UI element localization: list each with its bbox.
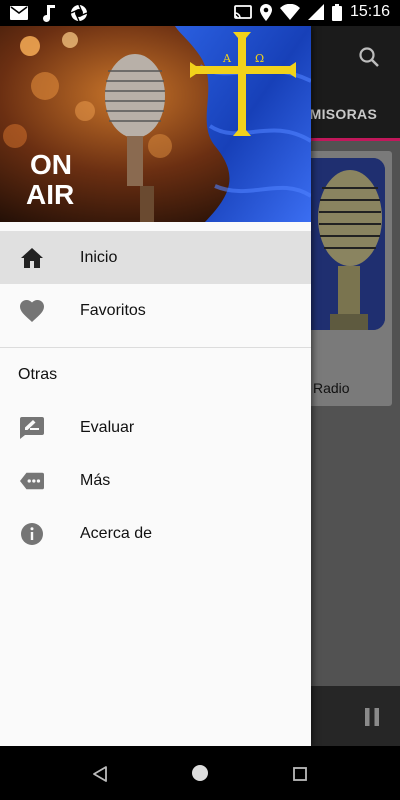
svg-text:A: A: [222, 52, 232, 65]
drawer-item-favoritos[interactable]: Favoritos: [0, 284, 311, 337]
mail-icon: [10, 6, 28, 20]
cast-icon: [234, 4, 252, 19]
section-header-otras: Otras: [18, 366, 58, 383]
drawer-header-image: A Ω ON AIR: [0, 26, 311, 222]
tab-emisoras[interactable]: EMISORAS: [300, 106, 377, 122]
station-card-label: Radio: [313, 380, 350, 396]
signal-icon: [307, 4, 324, 20]
battery-icon: [331, 3, 342, 21]
microphone-icon: [300, 158, 385, 330]
drawer-item-label: Acerca de: [80, 524, 153, 542]
drawer-item-label: Más: [80, 471, 111, 489]
divider: [0, 347, 311, 348]
system-nav-bar: [0, 746, 400, 800]
drawer-item-label: Evaluar: [80, 418, 135, 436]
heart-icon: [20, 299, 44, 323]
drawer-item-evaluar[interactable]: Evaluar: [0, 401, 311, 454]
wifi-icon: [279, 4, 300, 20]
camera-aperture-icon: [70, 4, 88, 22]
location-icon: [259, 3, 272, 21]
back-icon[interactable]: [92, 766, 108, 782]
clock: 15:16: [349, 3, 390, 20]
status-bar: 15:16: [0, 0, 400, 26]
home-circle-icon[interactable]: [191, 764, 209, 782]
station-image: [300, 158, 385, 330]
drawer-item-inicio[interactable]: Inicio: [0, 231, 311, 284]
home-icon: [20, 246, 44, 270]
info-icon: [20, 522, 44, 546]
on-air-caption-line2: AIR: [26, 179, 75, 210]
on-air-caption-line1: ON: [30, 149, 72, 180]
drawer-item-label: Inicio: [80, 248, 118, 266]
navigation-drawer: A Ω ON AIR Inicio Favoritos Otras Evalua…: [0, 26, 311, 746]
search-icon[interactable]: [358, 46, 380, 68]
more-tag-icon: [20, 469, 44, 493]
drawer-item-mas[interactable]: Más: [0, 454, 311, 507]
recents-icon[interactable]: [293, 767, 307, 781]
music-note-icon: [43, 5, 55, 22]
svg-text:Ω: Ω: [255, 52, 264, 65]
drawer-item-label: Favoritos: [80, 301, 146, 319]
rate-review-icon: [20, 416, 44, 440]
pause-icon[interactable]: [364, 708, 380, 726]
drawer-item-acerca-de[interactable]: Acerca de: [0, 507, 311, 560]
